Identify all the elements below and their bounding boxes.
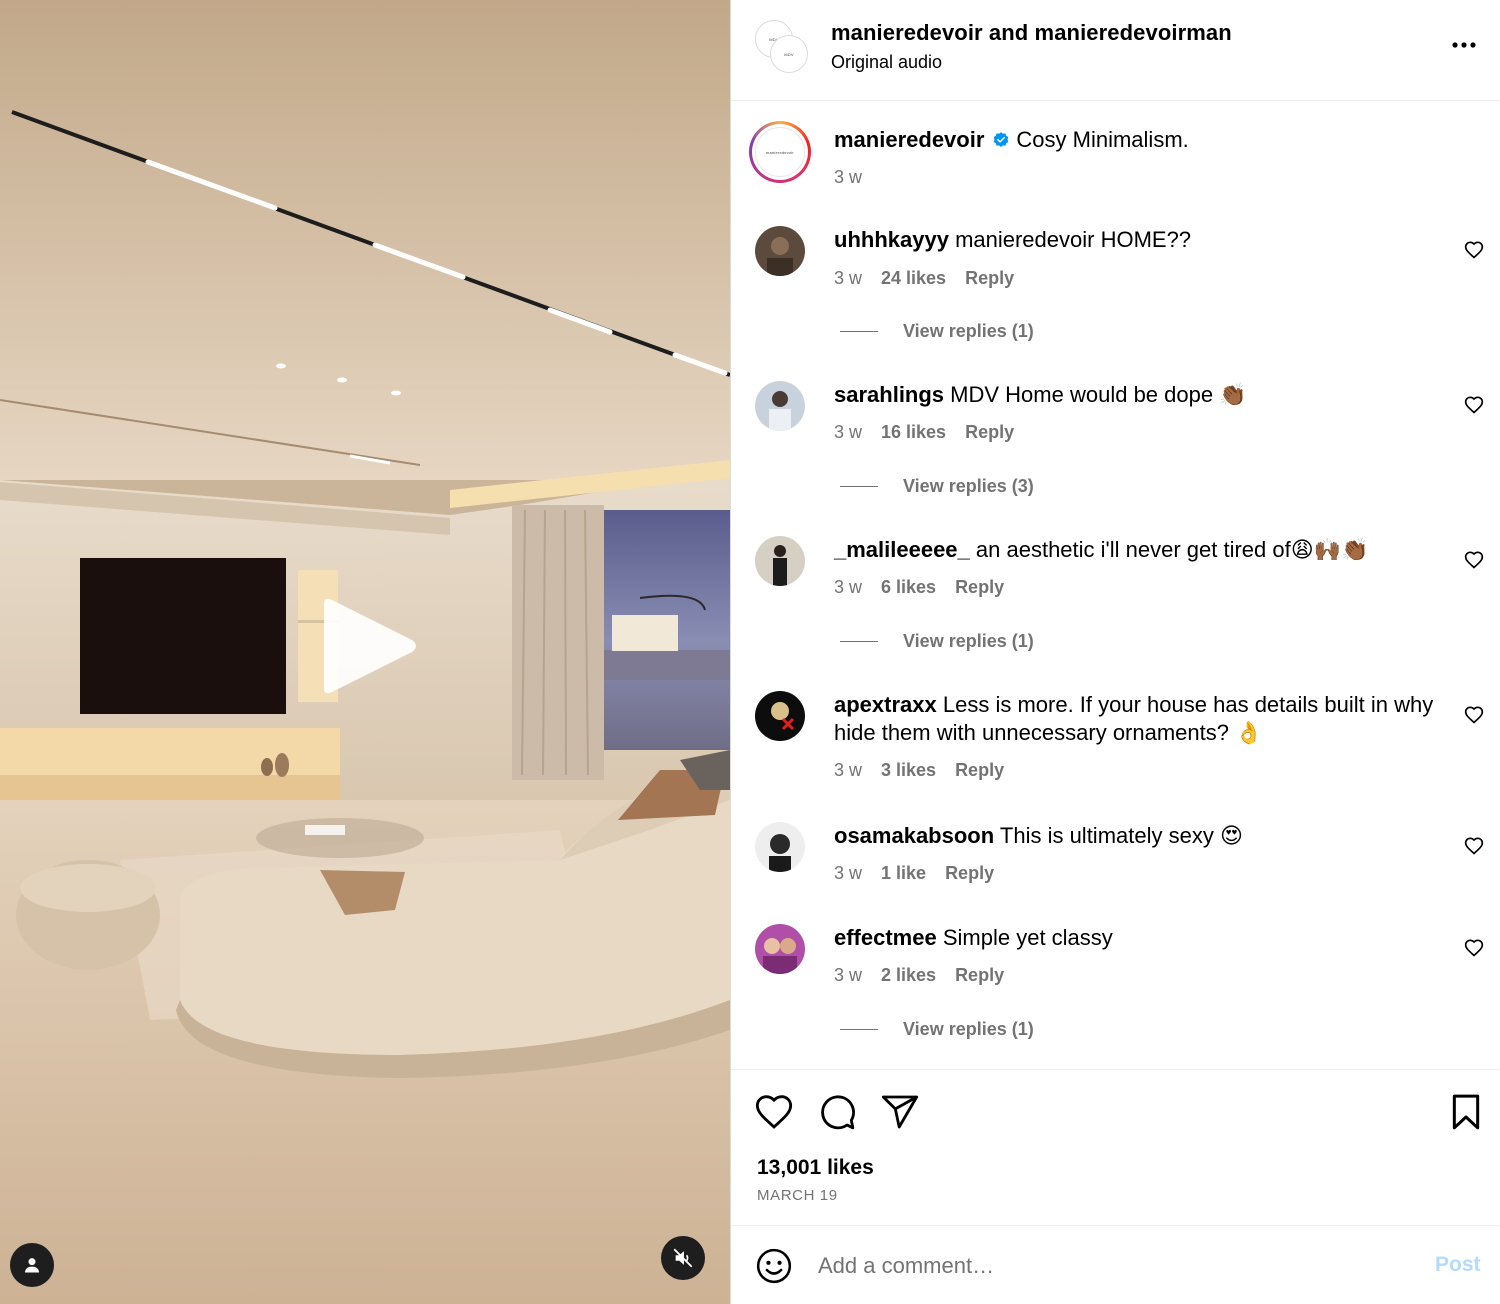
post-date[interactable]: MARCH 19 — [757, 1187, 838, 1204]
heart-outline-icon[interactable] — [754, 1092, 794, 1132]
reply-button[interactable]: Reply — [965, 422, 1014, 443]
speaker-muted-icon — [673, 1248, 693, 1268]
comment-likes[interactable]: 1 like — [881, 863, 926, 884]
comment-username[interactable]: sarahlings — [834, 382, 944, 407]
comment-likes[interactable]: 2 likes — [881, 965, 936, 986]
caption-text: Cosy Minimalism. — [1016, 127, 1189, 152]
heart-outline-icon[interactable] — [1464, 938, 1484, 958]
reply-button[interactable]: Reply — [945, 863, 994, 884]
add-comment-bar: Post — [731, 1225, 1500, 1304]
comment-time[interactable]: 3 w — [834, 863, 862, 884]
story-ring-avatar[interactable]: manieredevoir — [749, 121, 811, 183]
heart-outline-icon[interactable] — [1464, 395, 1484, 415]
view-replies-button[interactable]: View replies (1) — [840, 321, 1034, 342]
comment-time[interactable]: 3 w — [834, 268, 862, 289]
replies-divider — [840, 331, 878, 332]
replies-divider — [840, 641, 878, 642]
comment-username[interactable]: _malileeeee_ — [834, 537, 970, 562]
comment-username[interactable]: effectmee — [834, 925, 937, 950]
post-comment-button[interactable]: Post — [1435, 1253, 1481, 1277]
reply-button[interactable]: Reply — [965, 268, 1014, 289]
post-likes-count[interactable]: 13,001 likes — [757, 1156, 874, 1180]
comment-time[interactable]: 3 w — [834, 965, 862, 986]
view-replies-button[interactable]: View replies (1) — [840, 631, 1034, 652]
reply-button[interactable]: Reply — [955, 760, 1004, 781]
audio-toggle-button[interactable] — [661, 1236, 705, 1280]
view-replies-label: View replies (1) — [903, 321, 1034, 341]
avatar[interactable] — [755, 822, 805, 872]
caption-timestamp[interactable]: 3 w — [834, 167, 862, 188]
post-header: MDV MDV manieredevoir and manieredevoirm… — [731, 0, 1500, 101]
comment-likes[interactable]: 16 likes — [881, 422, 946, 443]
post-actions: 13,001 likes MARCH 19 — [731, 1069, 1500, 1225]
view-replies-button[interactable]: View replies (3) — [840, 476, 1034, 497]
comment-likes[interactable]: 24 likes — [881, 268, 946, 289]
comment-text: manieredevoir HOME?? — [955, 227, 1192, 252]
post-authors[interactable]: manieredevoir and manieredevoirman — [831, 20, 1232, 46]
avatar[interactable] — [755, 924, 805, 974]
view-replies-label: View replies (1) — [903, 1019, 1034, 1039]
more-horizontal-icon — [1452, 42, 1476, 48]
caption-username[interactable]: manieredevoir — [834, 127, 984, 153]
reply-button[interactable]: Reply — [955, 965, 1004, 986]
comment-bubble-icon[interactable] — [817, 1092, 857, 1132]
replies-divider — [840, 1029, 878, 1030]
heart-outline-icon[interactable] — [1464, 550, 1484, 570]
avatar: manieredevoir — [755, 127, 805, 177]
verified-badge-icon — [994, 132, 1009, 147]
heart-outline-icon[interactable] — [1464, 836, 1484, 856]
tagged-users-button[interactable] — [10, 1243, 54, 1287]
avatar[interactable] — [755, 691, 805, 741]
view-replies-label: View replies (3) — [903, 476, 1034, 496]
heart-outline-icon[interactable] — [1464, 705, 1484, 725]
audio-label[interactable]: Original audio — [831, 52, 942, 73]
comment-username[interactable]: uhhhkayyy — [834, 227, 949, 252]
bookmark-icon[interactable] — [1446, 1092, 1486, 1132]
comment-likes[interactable]: 6 likes — [881, 577, 936, 598]
play-button[interactable] — [316, 594, 420, 698]
comment-username[interactable]: osamakabsoon — [834, 823, 994, 848]
avatar[interactable] — [755, 226, 805, 276]
post-details-panel: MDV MDV manieredevoir and manieredevoirm… — [731, 0, 1500, 1304]
comment-username[interactable]: apextraxx — [834, 692, 937, 717]
avatar[interactable] — [755, 381, 805, 431]
comment-text: MDV Home would be dope 👏🏾 — [950, 382, 1247, 407]
comment-input[interactable] — [818, 1246, 1398, 1286]
view-replies-label: View replies (1) — [903, 631, 1034, 651]
play-icon — [324, 598, 416, 694]
more-options-button[interactable] — [1447, 30, 1481, 60]
smiley-icon[interactable] — [755, 1247, 793, 1285]
avatar[interactable]: MDV — [770, 35, 808, 73]
user-silhouette-icon — [24, 1258, 40, 1273]
reel-video[interactable] — [0, 0, 730, 1304]
collab-avatars[interactable]: MDV MDV — [755, 20, 809, 74]
comment-likes[interactable]: 3 likes — [881, 760, 936, 781]
comment-time[interactable]: 3 w — [834, 577, 862, 598]
paper-plane-icon[interactable] — [880, 1092, 920, 1132]
comment-text: an aesthetic i'll never get tired of😩🙌🏾👏… — [975, 537, 1369, 562]
replies-divider — [840, 486, 878, 487]
avatar[interactable] — [755, 536, 805, 586]
comment-text: This is ultimately sexy 😍 — [999, 823, 1243, 848]
heart-outline-icon[interactable] — [1464, 240, 1484, 260]
comment-text: Simple yet classy — [942, 925, 1113, 950]
view-replies-button[interactable]: View replies (1) — [840, 1019, 1034, 1040]
comment-time[interactable]: 3 w — [834, 422, 862, 443]
reply-button[interactable]: Reply — [955, 577, 1004, 598]
comment-time[interactable]: 3 w — [834, 760, 862, 781]
